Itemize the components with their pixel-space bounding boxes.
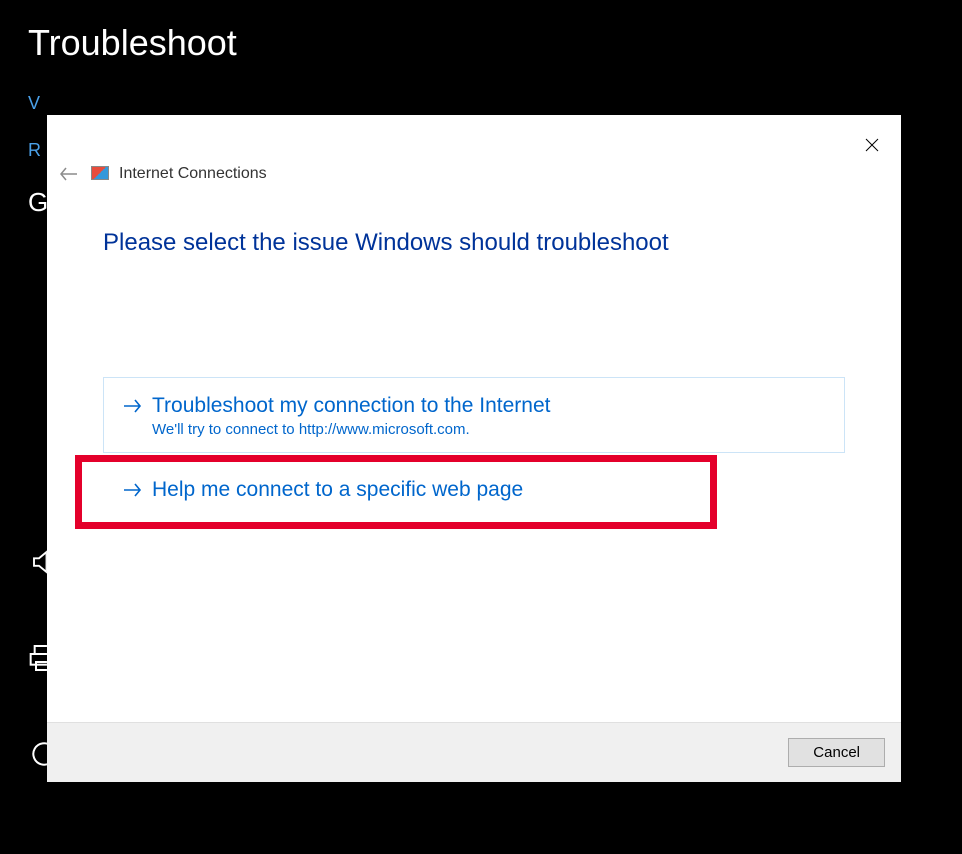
option-subtitle: We'll try to connect to http://www.micro… xyxy=(152,421,826,438)
dialog-footer: Cancel xyxy=(47,722,901,782)
close-icon xyxy=(865,138,879,152)
wizard-title: Internet Connections xyxy=(119,165,267,183)
arrow-right-icon xyxy=(122,398,142,419)
wizard-nav: Internet Connections xyxy=(47,159,901,189)
dialog-content: Please select the issue Windows should t… xyxy=(47,189,901,722)
option-specific-webpage[interactable]: Help me connect to a specific web page xyxy=(75,455,717,528)
troubleshooter-app-icon xyxy=(89,165,111,183)
close-button[interactable] xyxy=(857,130,887,160)
bg-link-1[interactable]: V xyxy=(28,92,934,115)
arrow-right-icon xyxy=(122,482,142,503)
troubleshoot-dialog: Internet Connections Please select the i… xyxy=(47,115,901,782)
cancel-button[interactable]: Cancel xyxy=(788,738,885,767)
dialog-header xyxy=(47,115,901,159)
page-title: Troubleshoot xyxy=(28,22,934,64)
arrow-left-icon xyxy=(59,166,79,182)
dialog-heading: Please select the issue Windows should t… xyxy=(103,229,845,257)
back-button[interactable] xyxy=(57,162,81,186)
option-title: Troubleshoot my connection to the Intern… xyxy=(152,392,826,419)
option-troubleshoot-internet[interactable]: Troubleshoot my connection to the Intern… xyxy=(103,377,845,453)
option-title: Help me connect to a specific web page xyxy=(152,476,692,503)
